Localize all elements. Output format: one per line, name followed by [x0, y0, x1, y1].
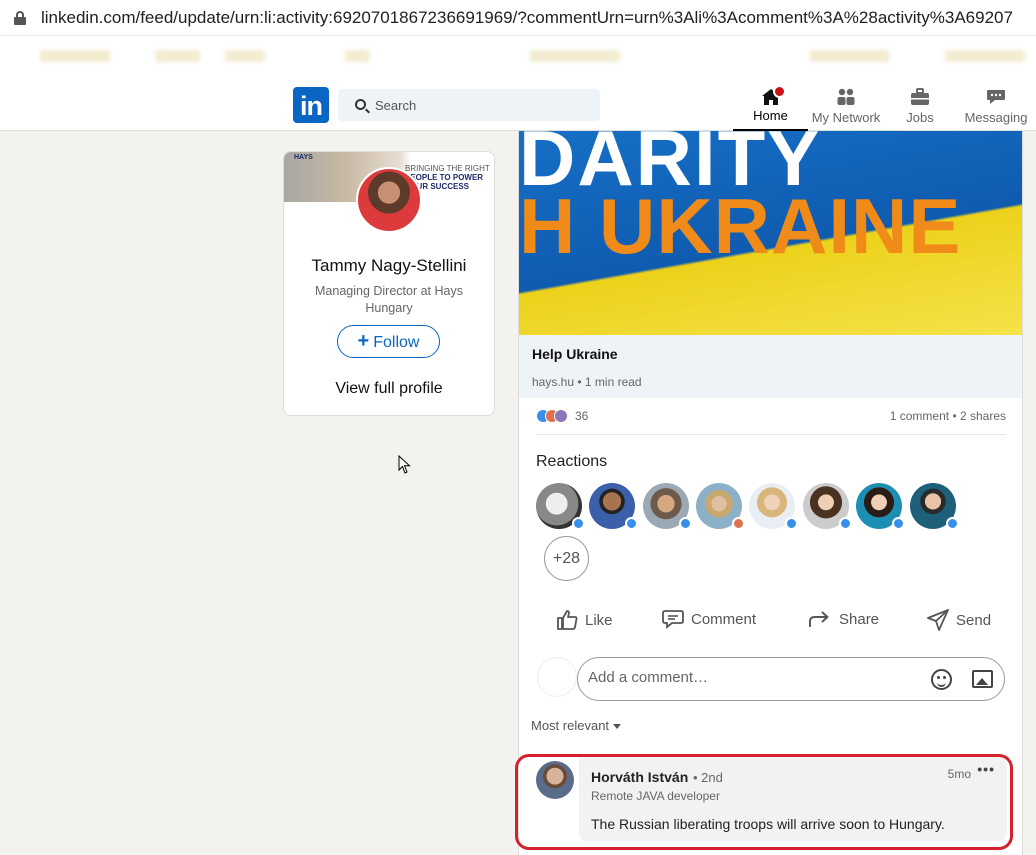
author-profile-card: HAYS BRINGING THE RIGHT PEOPLE TO POWER … [283, 151, 495, 416]
reactor-avatar[interactable] [589, 483, 638, 530]
like-label: Like [585, 611, 613, 629]
mouse-cursor-icon [398, 455, 411, 474]
url-text[interactable]: linkedin.com/feed/update/urn:li:activity… [41, 8, 1013, 28]
like-badge-icon [785, 517, 798, 530]
reactor-avatar[interactable] [803, 483, 852, 530]
reaction-count[interactable]: 36 [575, 409, 588, 423]
nav-home[interactable]: Home [733, 80, 808, 131]
search-input[interactable]: Search [375, 98, 416, 113]
emoji-icon[interactable] [931, 669, 952, 690]
nav-messaging-label: Messaging [964, 110, 1028, 125]
social-counts: 36 1 comment • 2 shares [536, 401, 1006, 435]
banner-tagline-1: BRINGING THE RIGHT [405, 164, 490, 173]
author-headline: Managing Director at Hays Hungary [315, 284, 463, 315]
connection-degree: • 2nd [693, 770, 723, 785]
search-icon [355, 99, 366, 110]
share-button[interactable]: Share [808, 609, 879, 629]
nav-home-label: Home [753, 108, 788, 123]
linkedin-top-nav: in Search Home My Network Jobs Messaging [0, 80, 1036, 131]
like-badge-icon [892, 517, 905, 530]
article-title: Help Ukraine [532, 346, 618, 362]
plus-icon: + [357, 330, 370, 352]
follow-button[interactable]: + Follow [337, 325, 440, 358]
sort-label: Most relevant [531, 718, 610, 733]
article-link-preview[interactable]: Help Ukraine hays.hu • 1 min read [519, 335, 1022, 398]
commenter-headline: Remote JAVA developer [591, 789, 720, 803]
view-full-profile-link[interactable]: View full profile [284, 380, 494, 398]
like-badge-icon [679, 517, 692, 530]
image-upload-icon[interactable] [972, 670, 993, 688]
banner-tagline-2: PEOPLE TO POWER [405, 173, 484, 182]
messaging-icon [987, 90, 1005, 104]
comment-timestamp: 5mo [947, 767, 971, 781]
share-icon [809, 611, 829, 627]
more-options-icon[interactable]: ••• [977, 761, 995, 777]
bookmarks-bar [0, 36, 1036, 80]
post-detail: DARITY H UKRAINE Help Ukraine hays.hu • … [518, 131, 1023, 855]
current-user-avatar[interactable] [537, 657, 577, 697]
reactor-avatar[interactable] [749, 483, 798, 530]
nav-my-network[interactable]: My Network [810, 80, 882, 131]
briefcase-icon [911, 88, 929, 105]
nav-messaging[interactable]: Messaging [958, 80, 1034, 131]
reactor-avatar[interactable] [856, 483, 905, 530]
comments-shares-count[interactable]: 1 comment • 2 shares [890, 409, 1006, 423]
follow-label: Follow [373, 334, 420, 351]
notification-badge [773, 85, 786, 98]
comment-label: Comment [691, 610, 757, 628]
nav-my-network-label: My Network [811, 110, 881, 125]
share-label: Share [839, 610, 880, 628]
nav-jobs-label: Jobs [906, 110, 934, 125]
browser-address-bar[interactable]: linkedin.com/feed/update/urn:li:activity… [0, 0, 1036, 36]
author-name[interactable]: Tammy Nagy-Stellini [284, 256, 494, 276]
reactions-heading: Reactions [536, 453, 608, 470]
support-reaction-icon [554, 409, 568, 423]
comment-text: The Russian liberating troops will arriv… [591, 816, 945, 832]
reactor-avatar[interactable] [643, 483, 692, 530]
comment-item: Horváth István • 2nd Remote JAVA develop… [519, 757, 1022, 855]
like-button[interactable]: Like [556, 609, 613, 631]
more-reactors-button[interactable]: +28 [544, 536, 589, 581]
like-badge-icon [572, 517, 585, 530]
love-badge-icon [732, 517, 745, 530]
lock-icon [14, 10, 26, 25]
thumbs-up-icon [557, 610, 578, 630]
author-avatar[interactable] [356, 167, 422, 233]
post-actions: Like Comment Share Send [519, 599, 1022, 639]
send-button[interactable]: Send [927, 609, 991, 631]
network-icon [837, 88, 855, 105]
commenter-avatar[interactable] [536, 761, 574, 799]
comment-button[interactable]: Comment [662, 609, 756, 629]
add-comment-row: Add a comment… [519, 657, 1022, 703]
comment-icon [662, 610, 684, 629]
reactor-avatar[interactable] [696, 483, 745, 530]
send-label: Send [956, 611, 992, 629]
linkedin-logo[interactable]: in [293, 87, 329, 123]
banner-brand: HAYS [294, 154, 313, 161]
comment-input-placeholder: Add a comment… [588, 669, 709, 686]
like-badge-icon [946, 517, 959, 530]
commenter-name[interactable]: Horváth István [591, 769, 688, 785]
like-badge-icon [625, 517, 638, 530]
comment-bubble: Horváth István • 2nd Remote JAVA develop… [579, 757, 1007, 841]
reactor-avatar[interactable] [536, 483, 585, 530]
comment-sort-dropdown[interactable]: Most relevant [531, 718, 622, 733]
caret-down-icon [613, 724, 622, 730]
search-bar[interactable]: Search [338, 89, 600, 121]
nav-jobs[interactable]: Jobs [890, 80, 950, 131]
article-hero-image[interactable]: DARITY H UKRAINE [519, 131, 1022, 335]
comment-input[interactable]: Add a comment… [577, 657, 1005, 701]
article-source: hays.hu • 1 min read [532, 375, 642, 389]
send-icon [927, 609, 949, 631]
reactor-avatar[interactable] [910, 483, 959, 530]
hero-text-line2: H UKRAINE [519, 182, 962, 270]
like-badge-icon [839, 517, 852, 530]
